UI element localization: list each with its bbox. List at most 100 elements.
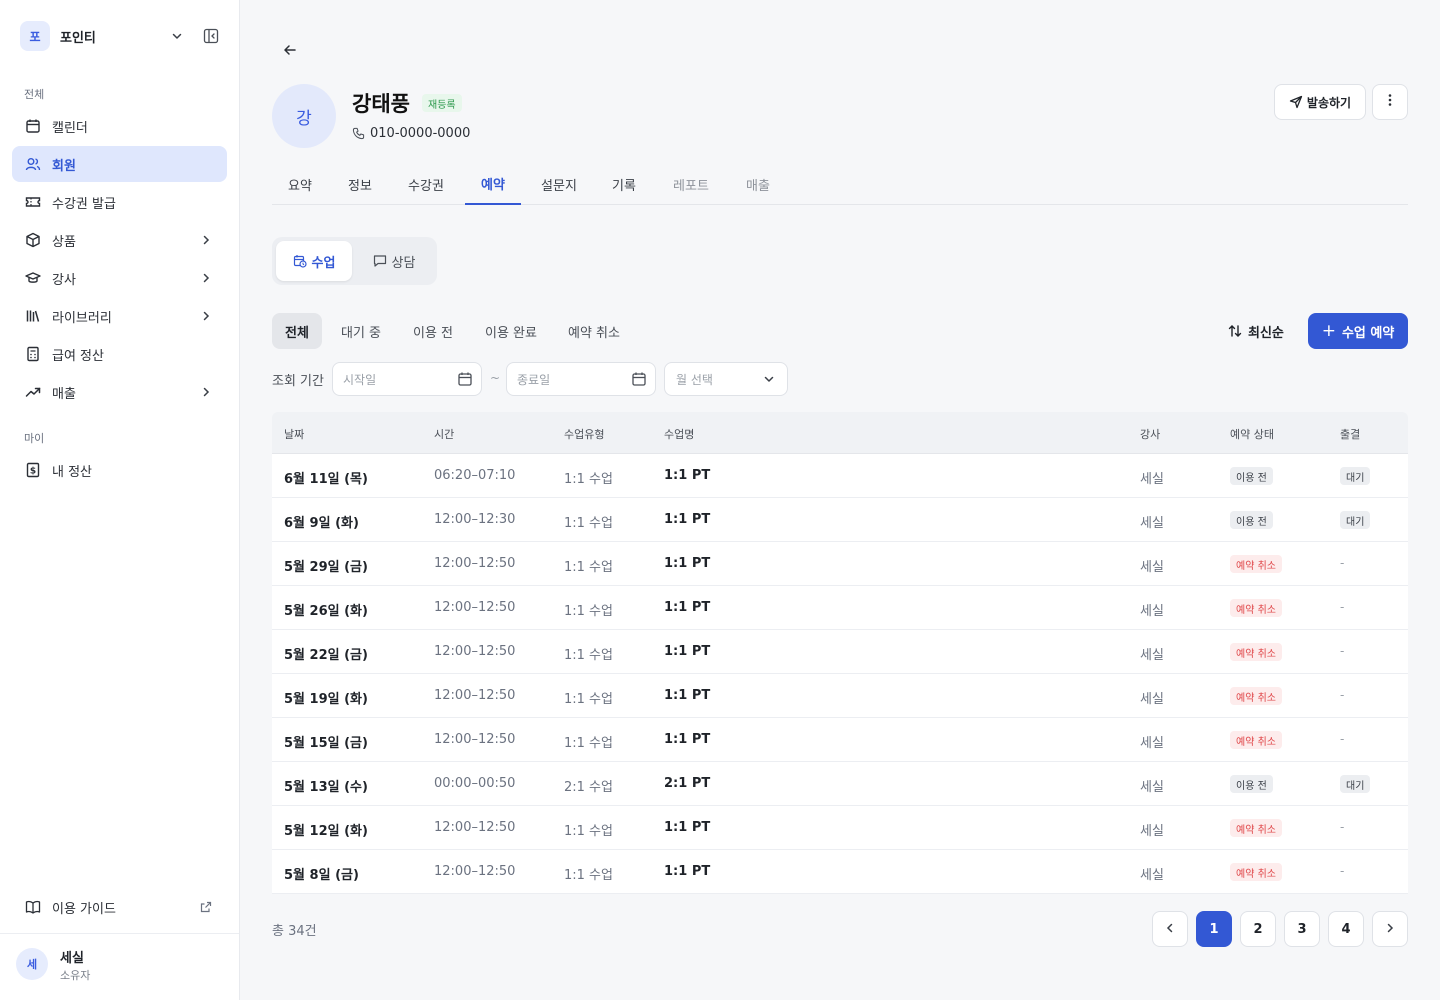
calendar-icon [24,117,42,135]
row-instructor: 세실 [1140,560,1164,575]
chevron-right-icon [197,383,215,401]
row-class-type: 1:1 수업 [564,604,613,619]
month-select[interactable]: 월 선택 [664,362,788,396]
sidebar-item-label: 라이브러리 [52,310,112,326]
tab-summary[interactable]: 요약 [276,164,324,205]
table-row[interactable]: 5월 29일 (금) 12:00–12:50 1:1 수업 1:1 PT 세실 예약 취소… [272,542,1408,586]
start-date-input[interactable]: 시작일 [332,362,482,396]
filter-all[interactable]: 전체 [272,313,322,349]
table-header: 날짜 시간 수업유형 수업명 강사 예약 상태 출결 [272,412,1408,454]
member-tabs: 요약 정보 수강권 예약 설문지 기록 레포트 매출 [272,164,1408,205]
tab-sales[interactable]: 매출 [734,164,782,205]
tab-report[interactable]: 레포트 [662,164,720,205]
header-attendance: 출결 [1340,428,1361,441]
sidebar-item-label: 급여 정산 [52,348,104,364]
row-time: 12:00–12:50 [434,864,516,879]
filter-cancelled[interactable]: 예약 취소 [555,313,633,349]
status-badge: 예약 취소 [1230,819,1282,837]
row-time: 12:00–12:50 [434,688,516,703]
row-instructor: 세실 [1140,516,1164,531]
table-row[interactable]: 5월 13일 (수) 00:00–00:50 2:1 수업 2:1 PT 세실 이용 전 대… [272,762,1408,806]
sidebar-item-pass-issue[interactable]: 수강권 발급 [12,184,227,220]
filter-before-use[interactable]: 이용 전 [400,313,466,349]
send-icon [1289,95,1303,109]
reserve-class-button[interactable]: + 수업 예약 [1308,313,1408,349]
dollar-doc-icon: $ [24,461,42,479]
divider [0,933,239,934]
section-label-my: 마이 [24,432,45,445]
table-row[interactable]: 5월 12일 (화) 12:00–12:50 1:1 수업 1:1 PT 세실 예약 취소… [272,806,1408,850]
header-time: 시간 [434,428,455,441]
table-row[interactable]: 5월 26일 (화) 12:00–12:50 1:1 수업 1:1 PT 세실 예약 취소… [272,586,1408,630]
next-page-button[interactable] [1372,911,1408,947]
table-row[interactable]: 5월 19일 (화) 12:00–12:50 1:1 수업 1:1 PT 세실 예약 취소… [272,674,1408,718]
row-class-name: 1:1 PT [664,864,711,879]
calendar-clock-icon [293,254,307,268]
calendar-icon [631,371,647,387]
sidebar-item-members[interactable]: 회원 [12,146,227,182]
segment-label: 수업 [311,255,336,271]
attendance-empty: - [1340,820,1345,834]
page-button[interactable]: 3 [1284,911,1320,947]
tab-records[interactable]: 기록 [600,164,648,205]
row-time: 12:00–12:30 [434,512,516,527]
row-time: 12:00–12:50 [434,644,516,659]
sidebar-item-calendar[interactable]: 캘린더 [12,108,227,144]
sidebar-item-my-settlement[interactable]: $ 내 정산 [12,452,227,488]
row-class-type: 1:1 수업 [564,824,613,839]
row-class-name: 1:1 PT [664,556,711,571]
tab-info[interactable]: 정보 [336,164,384,205]
segment-consult[interactable]: 상담 [356,241,432,281]
chevron-down-icon[interactable] [168,27,186,45]
tab-reservations[interactable]: 예약 [465,164,521,205]
table-row[interactable]: 6월 11일 (목) 06:20–07:10 1:1 수업 1:1 PT 세실 이용 전 대… [272,454,1408,498]
member-phone-number: 010-0000-0000 [370,126,471,141]
sidebar-item-label: 매출 [52,386,76,402]
table-row[interactable]: 5월 22일 (금) 12:00–12:50 1:1 수업 1:1 PT 세실 예약 취소… [272,630,1408,674]
row-date: 5월 15일 (금) [284,736,368,751]
header-instructor: 강사 [1140,428,1161,441]
segment-class[interactable]: 수업 [276,241,352,281]
filter-waiting[interactable]: 대기 중 [328,313,394,349]
sort-button[interactable]: 최신순 [1228,313,1284,349]
sidebar-item-guide[interactable]: 이용 가이드 [12,889,227,925]
page-button[interactable]: 1 [1196,911,1232,947]
more-options-button[interactable] [1372,84,1408,120]
sidebar-item-label: 캘린더 [52,120,88,136]
reservations-table: 날짜 시간 수업유형 수업명 강사 예약 상태 출결 6월 11일 (목) 06:… [272,412,1408,894]
chevron-down-icon [763,373,775,385]
external-link-icon [197,898,215,916]
phone-icon [352,127,366,141]
prev-page-button[interactable] [1152,911,1188,947]
row-class-type: 1:1 수업 [564,648,613,663]
user-role: 소유자 [60,969,91,982]
row-time: 12:00–12:50 [434,600,516,615]
back-arrow-icon[interactable] [280,40,300,60]
status-badge: 이용 전 [1230,467,1273,485]
range-separator: ~ [490,371,501,385]
chevron-left-icon [1165,922,1175,937]
sidebar-collapse-icon[interactable] [202,27,220,45]
tab-survey[interactable]: 설문지 [531,164,587,205]
row-class-type: 1:1 수업 [564,516,613,531]
page-button[interactable]: 4 [1328,911,1364,947]
send-button[interactable]: 발송하기 [1274,84,1366,120]
sidebar-item-instructors[interactable]: 강사 [12,260,227,296]
end-date-input[interactable]: 종료일 [506,362,656,396]
table-row[interactable]: 6월 9일 (화) 12:00–12:30 1:1 수업 1:1 PT 세실 이용 전 대기 [272,498,1408,542]
sidebar-item-sales[interactable]: 매출 [12,374,227,410]
trend-up-icon [24,383,42,401]
sidebar-item-products[interactable]: 상품 [12,222,227,258]
avatar[interactable]: 세 [16,948,48,980]
sidebar-item-library[interactable]: 라이브러리 [12,298,227,334]
sidebar-item-payroll[interactable]: 급여 정산 [12,336,227,372]
tab-passes[interactable]: 수강권 [398,164,454,205]
page-button[interactable]: 2 [1240,911,1276,947]
status-badge: 이용 전 [1230,511,1273,529]
table-row[interactable]: 5월 15일 (금) 12:00–12:50 1:1 수업 1:1 PT 세실 예약 취소… [272,718,1408,762]
row-time: 12:00–12:50 [434,820,516,835]
filter-completed[interactable]: 이용 완료 [472,313,550,349]
workspace-switcher[interactable]: 포 포인티 [20,20,220,52]
table-body: 6월 11일 (목) 06:20–07:10 1:1 수업 1:1 PT 세실 이용 전대… [272,454,1408,894]
table-row[interactable]: 5월 8일 (금) 12:00–12:50 1:1 수업 1:1 PT 세실 예약 취소 - [272,850,1408,894]
